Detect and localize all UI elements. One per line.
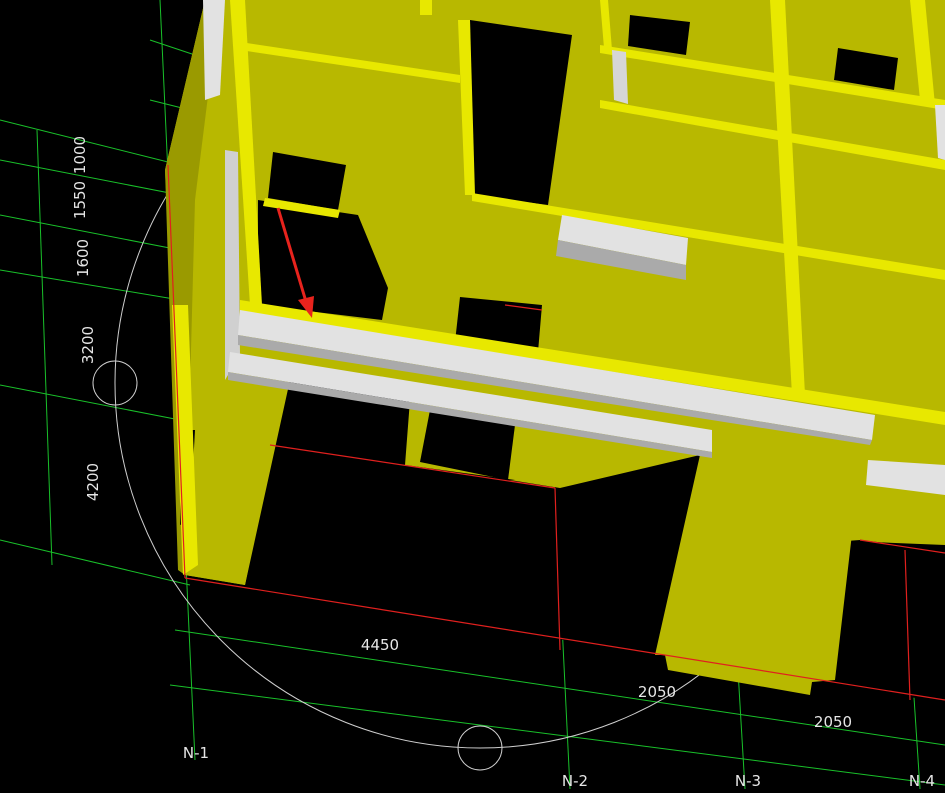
dimension-label: 1000 xyxy=(71,136,89,174)
dimension-label: 1600 xyxy=(74,239,92,277)
axis-label-n2: N-2 xyxy=(562,772,588,789)
building-model[interactable] xyxy=(165,0,945,700)
dimension-labels-left: 1000 1550 1600 3200 4200 xyxy=(71,136,102,501)
dimension-label: 2050 xyxy=(638,683,676,701)
white-column-left xyxy=(225,150,240,380)
model-canvas[interactable]: 1000 1550 1600 3200 4200 4450 2050 2050 … xyxy=(0,0,945,790)
axis-labels: N-1 N-2 N-3 N-4 xyxy=(183,744,935,790)
beam-top-edge xyxy=(420,0,432,15)
dimension-label: 1550 xyxy=(71,181,89,219)
dimension-label: 4200 xyxy=(84,463,102,501)
dimension-label: 2050 xyxy=(814,713,852,731)
dimension-label: 4450 xyxy=(361,636,399,654)
axis-label-n3: N-3 xyxy=(735,772,761,789)
axis-label-n4: N-4 xyxy=(909,772,935,789)
dimension-label: 3200 xyxy=(79,326,97,364)
model-viewport[interactable]: 1000 1550 1600 3200 4200 4450 2050 2050 … xyxy=(0,0,945,790)
white-post-mid xyxy=(612,50,628,104)
axis-label-n1: N-1 xyxy=(183,744,209,762)
